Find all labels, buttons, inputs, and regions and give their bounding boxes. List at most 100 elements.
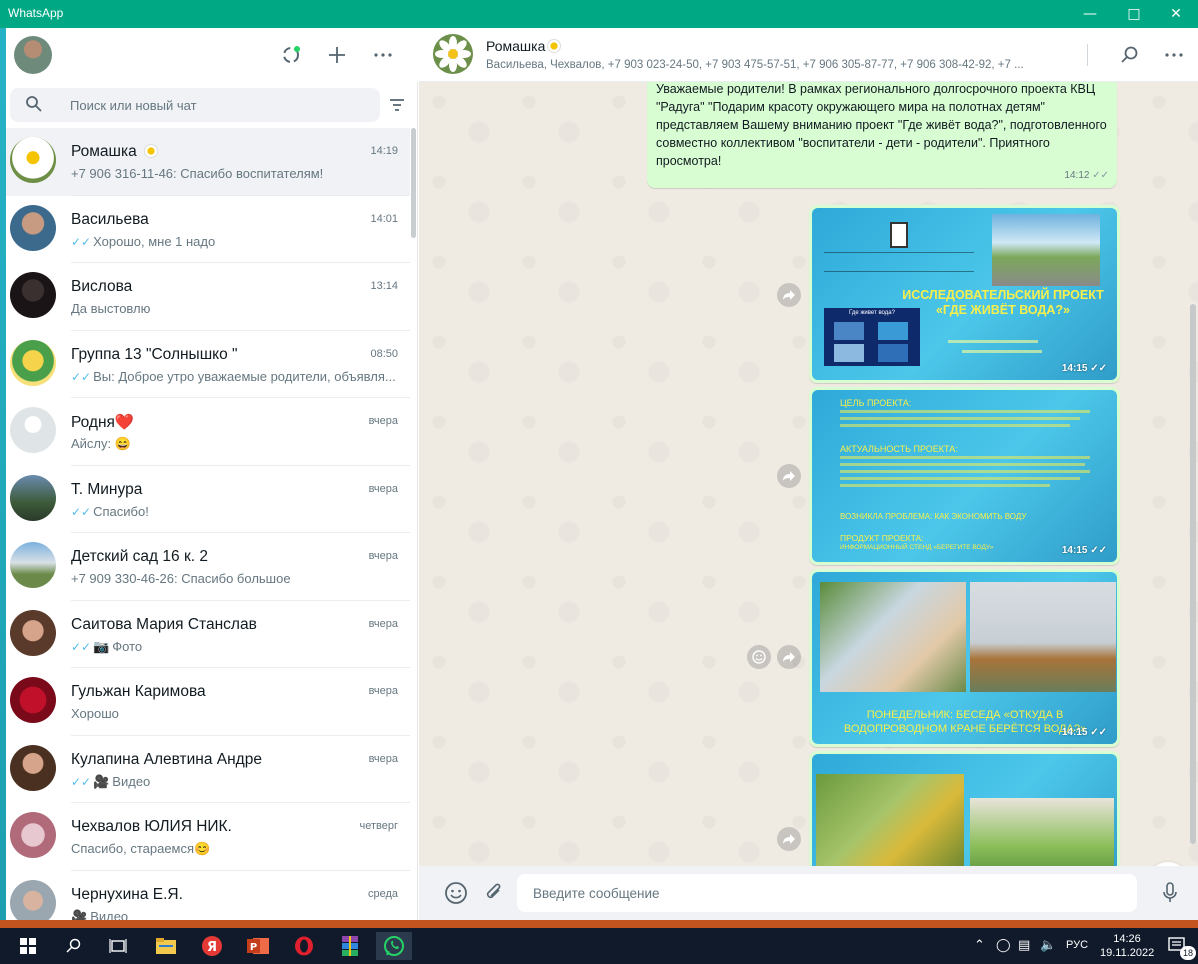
media-type-icon: 📷 [93,638,110,654]
attach-icon[interactable] [481,880,507,906]
start-icon[interactable] [10,932,46,960]
chat-row[interactable]: Детский сад 16 к. 2 вчера +7 909 330-46-26… [6,533,410,601]
file-explorer-icon[interactable] [148,932,184,960]
svg-text:Я: Я [207,940,217,955]
message-text: Уважаемые родители! В рамках регионально… [656,82,1107,168]
chat-row[interactable]: Т. Минура вчера ✓✓ Спасибо! [6,466,410,533]
slide-image [812,754,1117,866]
chat-name: Чернухина Е.Я. [71,885,183,903]
whatsapp-taskbar-icon[interactable] [376,932,412,960]
chat-row[interactable]: Васильева 14:01 ✓✓ Хорошо, мне 1 надо [6,196,410,263]
volume-icon[interactable]: 🔈 [1040,938,1056,953]
chat-name: Детский сад 16 к. 2 [71,548,208,565]
sidebar-scrollbar[interactable] [411,128,416,238]
microphone-icon[interactable] [1157,880,1183,906]
chat-avatar [10,407,56,453]
conversation-scrollbar[interactable] [1190,304,1196,844]
message-area[interactable]: Уважаемые родители! В рамках регионально… [419,82,1198,866]
image-message[interactable]: ПОНЕДЕЛЬНИК: БЕСЕДА «ОТКУДА В ВОДОПРОВОД… [809,569,1120,747]
search-icon [26,96,42,112]
chat-row[interactable]: Саитова Мария Станслав вчера ✓✓ 📷 Фото [6,601,410,668]
author-line [948,340,1038,343]
whatsapp-app: Ромашка 14:19 +7 906 316-11-46: Спасибо во… [6,28,1198,920]
emoji-icon[interactable] [443,880,469,906]
chat-row[interactable]: Чехвалов ЮЛИЯ НИК. четверг Спасибо, старае… [6,803,410,871]
opera-icon[interactable] [286,932,322,960]
chat-preview: ✓✓ Хорошо, мне 1 надо [71,234,401,249]
profile-avatar[interactable] [14,36,52,74]
message-input[interactable] [517,874,1137,912]
yandex-browser-icon[interactable]: Я [194,932,230,960]
status-icon[interactable] [278,42,304,68]
chat-preview: 🎥 Видео [71,909,401,921]
chat-time: вчера [368,415,398,427]
image-message[interactable]: ИССЛЕДОВАТЕЛЬСКИЙ ПРОЕКТ «ГДЕ ЖИВЁТ ВОДА… [809,205,1120,383]
header-divider [1087,44,1088,66]
language-indicator[interactable]: РУС [1066,939,1088,951]
network-icon[interactable]: ▤ [1018,938,1030,953]
search-input[interactable] [70,94,360,116]
conversation-header[interactable]: Ромашка Васильева, Чехвалов, +7 903 023-… [419,28,1198,82]
chat-name: Кулапина Алевтина Андре [71,750,262,768]
clock[interactable]: 14:26 19.11.2022 [1100,932,1154,960]
chat-row[interactable]: Вислова 13:14 Да выстовлю [6,263,410,331]
chat-time: среда [367,887,398,900]
image-message[interactable]: ЦЕЛЬ ПРОЕКТА: АКТУАЛЬНОСТЬ ПРОЕКТА: ВОЗН… [809,387,1120,565]
filter-icon[interactable] [388,96,406,114]
clock-time: 14:26 [1113,933,1141,945]
react-emoji-icon[interactable] [747,645,771,669]
classroom-photo [820,582,966,692]
powerpoint-icon[interactable]: P [240,932,276,960]
chat-time: вчера [368,685,398,697]
chat-row[interactable]: Чернухина Е.Я. среда 🎥 Видео [6,871,410,921]
chat-time: 08:50 [370,347,398,360]
winrar-icon[interactable] [332,932,368,960]
tray-app-icon[interactable]: ◯ [996,938,1011,953]
chat-avatar [10,879,56,920]
svg-text:P: P [250,942,257,953]
new-chat-icon[interactable] [324,42,350,68]
chat-preview-text: Спасибо, стараемся😊 [71,841,211,856]
chat-preview-text: +7 906 316-11-46: Спасибо воспитателям! [71,166,324,181]
taskbar: Я P ⌃ ◯ ▤ 🔈 РУС 14:26 19.11.2022 18 [0,928,1198,964]
slide-image: ПОНЕДЕЛЬНИК: БЕСЕДА «ОТКУДА В ВОДОПРОВОД… [812,572,1117,744]
water-thumbnail: Где живет вода? [824,308,920,366]
forward-icon[interactable] [777,464,801,488]
chat-preview-text: Вы: Доброе утро уважаемые родители, объя… [93,368,396,384]
forward-icon[interactable] [777,645,801,669]
conversation-menu-icon[interactable] [1161,42,1187,68]
group-avatar[interactable] [433,34,473,74]
chat-name: Чехвалов ЮЛИЯ НИК. [71,818,232,835]
image-message[interactable] [809,751,1120,866]
chat-row[interactable]: Ромашка 14:19 +7 906 316-11-46: Спасибо во… [6,128,410,196]
search-icon[interactable] [56,932,92,960]
forward-icon[interactable] [777,283,801,307]
tray-expand-icon[interactable]: ⌃ [974,938,985,953]
chat-row[interactable]: Кулапина Алевтина Андре вчера ✓✓ 🎥 Видео [6,736,410,803]
chat-time: 14:01 [370,212,398,225]
chat-avatar [10,744,56,791]
menu-icon[interactable] [370,42,396,68]
media-type-icon: 🎥 [71,908,88,921]
maximize-button[interactable]: □ [1112,0,1156,28]
notifications-icon[interactable]: 18 [1160,932,1196,960]
search-messages-icon[interactable] [1117,42,1143,68]
image-time: 14:15 ✓✓ [1061,545,1107,556]
chat-avatar [10,474,56,521]
chat-row[interactable]: Гульжан Каримова вчера Хорошо [6,668,410,736]
chat-name: Вислова [71,278,133,295]
outgoing-text-message[interactable]: Уважаемые родители! В рамках регионально… [647,82,1117,188]
chat-row[interactable]: Родня❤️ вчера Айслу: 😄 [6,398,410,466]
forward-icon[interactable] [777,827,801,851]
chat-preview-text: Видео [112,773,151,789]
chat-row[interactable]: Группа 13 "Солнышко " 08:50 ✓✓ Вы: Доброе у… [6,331,410,398]
chat-avatar [10,542,56,588]
chat-list: Ромашка 14:19 +7 906 316-11-46: Спасибо во… [6,128,410,920]
close-button[interactable]: ✕ [1154,0,1198,28]
message-composer [419,866,1198,920]
conversation-participants: Васильева, Чехвалов, +7 903 023-24-50, +… [486,59,1024,71]
task-view-icon[interactable] [100,932,136,960]
minimize-button[interactable]: — [1068,0,1112,28]
activity-photo [970,798,1114,866]
kindergarten-photo [992,214,1100,286]
